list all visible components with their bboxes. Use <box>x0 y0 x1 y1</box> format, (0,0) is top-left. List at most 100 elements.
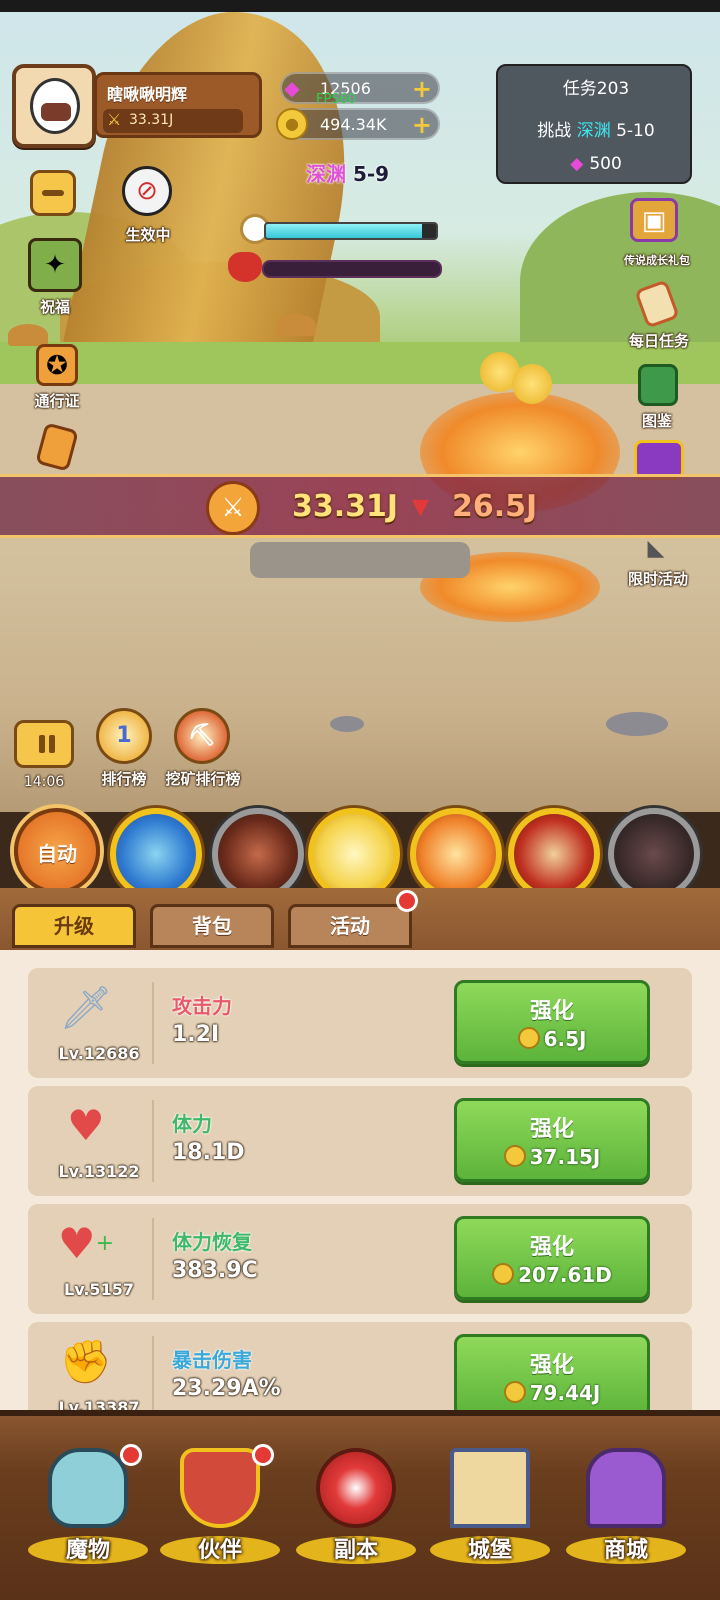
skill-bar: 自动 <box>0 800 720 900</box>
divider <box>152 1336 154 1418</box>
nav-shop[interactable]: 商城 <box>566 1440 686 1580</box>
daily-label: 每日任务 <box>628 332 689 350</box>
divider <box>152 1218 154 1300</box>
monster-icon <box>48 1448 128 1528</box>
down-arrow-icon: ▼ <box>412 495 429 520</box>
upgrade-crit-button[interactable]: 强化 79.44J <box>454 1334 650 1418</box>
upgrade-cost-value: 37.15J <box>529 1145 601 1169</box>
fist-icon: ✊ <box>59 1337 113 1386</box>
auto-label: 自动 <box>37 842 77 866</box>
skill-holy-shield[interactable] <box>308 808 400 900</box>
nav-partner[interactable]: 伙伴 <box>160 1440 280 1580</box>
stone <box>330 716 364 732</box>
stage-label: 深渊 5-9 <box>306 158 389 187</box>
collapse-menu-button[interactable] <box>30 170 76 216</box>
podium-icon[interactable]: 1 <box>96 708 152 764</box>
power-compare-banner: ⚔ 33.31J ▼ 26.5J <box>0 474 720 538</box>
boss-devil-icon <box>228 252 262 282</box>
nav-label: 伙伴 <box>197 1538 242 1563</box>
game-screen: 瞎啾啾明辉 ⚔ 33.31J ◆ 12506 + FPS60 ● 494.34K… <box>0 0 720 1600</box>
quest-reward: ◆ 500 <box>498 154 694 174</box>
upgrade-level: Lv.5157 <box>64 1280 134 1299</box>
divider <box>152 1100 154 1182</box>
coin-icon: ● <box>276 108 308 140</box>
coin-value: 494.34K <box>320 115 387 134</box>
rank-label: 排行榜 <box>101 770 147 788</box>
upgrade-name: 体力 <box>172 1112 212 1136</box>
skill-tornado[interactable] <box>212 808 304 900</box>
coin-icon <box>503 1145 526 1167</box>
upgrade-cost: 37.15J <box>457 1145 647 1169</box>
nav-label: 城堡 <box>467 1538 512 1563</box>
tab-activity[interactable]: 活动 <box>288 904 412 948</box>
upgrade-name: 体力恢复 <box>172 1230 252 1254</box>
player-avatar[interactable] <box>12 64 96 148</box>
upgrade-value: 23.29A% <box>172 1376 281 1401</box>
enemy-power: 26.5J <box>452 489 538 524</box>
mine-rank-label: 挖矿排行榜 <box>165 770 241 788</box>
coin-icon <box>517 1027 540 1049</box>
crater <box>250 542 470 578</box>
tab-bar: 升级 背包 活动 <box>0 888 720 952</box>
skill-wind[interactable] <box>110 808 202 900</box>
stage-level: 5-9 <box>352 162 390 186</box>
add-gems-icon[interactable]: + <box>412 75 432 103</box>
upgrade-button-label: 强化 <box>529 1353 574 1378</box>
activity-badge <box>396 890 418 912</box>
player-namecard[interactable]: 瞎啾啾明辉 ⚔ 33.31J <box>94 72 262 138</box>
upgrade-cost: 6.5J <box>457 1027 647 1051</box>
party-popper-icon[interactable]: ◣ <box>636 536 676 566</box>
auto-button[interactable]: 自动 <box>14 808 100 894</box>
quest-panel[interactable]: 任务203 挑战 深渊 5-10 ◆ 500 <box>496 64 692 184</box>
upgrade-value: 1.2I <box>172 1022 220 1047</box>
upgrade-value: 18.1D <box>172 1140 245 1165</box>
gem-counter[interactable]: ◆ 12506 + <box>280 72 440 104</box>
upgrade-regen-button[interactable]: 强化 207.61D <box>454 1216 650 1300</box>
coin-icon <box>503 1381 526 1403</box>
player-power: ⚔ 33.31J <box>103 109 243 133</box>
dungeon-icon <box>316 1448 396 1528</box>
upgrade-cost-value: 6.5J <box>543 1027 587 1051</box>
upgrade-hp-button[interactable]: 强化 37.15J <box>454 1098 650 1182</box>
upgrade-cost: 207.61D <box>457 1263 647 1287</box>
upgrade-cost-value: 207.61D <box>518 1263 612 1287</box>
upgrade-cost: 79.44J <box>457 1381 647 1405</box>
upgrade-name: 暴击伤害 <box>172 1348 252 1372</box>
treasure-chest-icon[interactable]: ▣ <box>630 198 678 242</box>
tab-inventory[interactable]: 背包 <box>150 904 274 948</box>
book-icon[interactable] <box>638 364 678 406</box>
tab-upgrade[interactable]: 升级 <box>12 904 136 948</box>
no-ads-icon[interactable]: ⊘ <box>122 166 172 216</box>
codex-label: 图鉴 <box>641 412 672 430</box>
bless-icon[interactable]: ✦ <box>28 238 82 292</box>
pass-icon[interactable]: ✪ <box>36 344 78 386</box>
nav-label: 魔物 <box>65 1538 110 1563</box>
monster-badge <box>120 1444 142 1466</box>
nav-dungeon[interactable]: 副本 <box>296 1440 416 1580</box>
pickaxe-medal-icon[interactable]: ⛏ <box>174 708 230 764</box>
fps-readout: FPS60 <box>316 92 357 107</box>
divider <box>152 982 154 1064</box>
nav-label: 副本 <box>333 1538 378 1563</box>
gem-icon: ◆ <box>284 76 300 100</box>
upgrade-value: 383.9C <box>172 1258 258 1283</box>
avatar-face <box>30 78 80 134</box>
upgrade-attack-button[interactable]: 强化 6.5J <box>454 980 650 1064</box>
skill-locked[interactable] <box>608 808 700 900</box>
upgrade-button-label: 强化 <box>529 1117 574 1142</box>
bottom-nav: 魔物 伙伴 副本 城堡 商城 <box>0 1410 720 1600</box>
add-coins-icon[interactable]: + <box>412 111 432 139</box>
nav-monster[interactable]: 魔物 <box>28 1440 148 1580</box>
nav-castle[interactable]: 城堡 <box>430 1440 550 1580</box>
coin-counter[interactable]: ● 494.34K + <box>276 108 440 140</box>
sword-shield-icon: ⚔ <box>206 481 260 535</box>
stone <box>606 712 668 736</box>
quest-challenge-level: 5-10 <box>616 121 655 141</box>
pause-icon <box>49 735 55 753</box>
skill-meteor[interactable] <box>508 808 600 900</box>
partner-badge <box>252 1444 274 1466</box>
mushroom <box>276 314 316 336</box>
battle-time: 14:06 <box>23 774 65 790</box>
skill-fireball[interactable] <box>410 808 502 900</box>
pause-button[interactable] <box>14 720 74 768</box>
